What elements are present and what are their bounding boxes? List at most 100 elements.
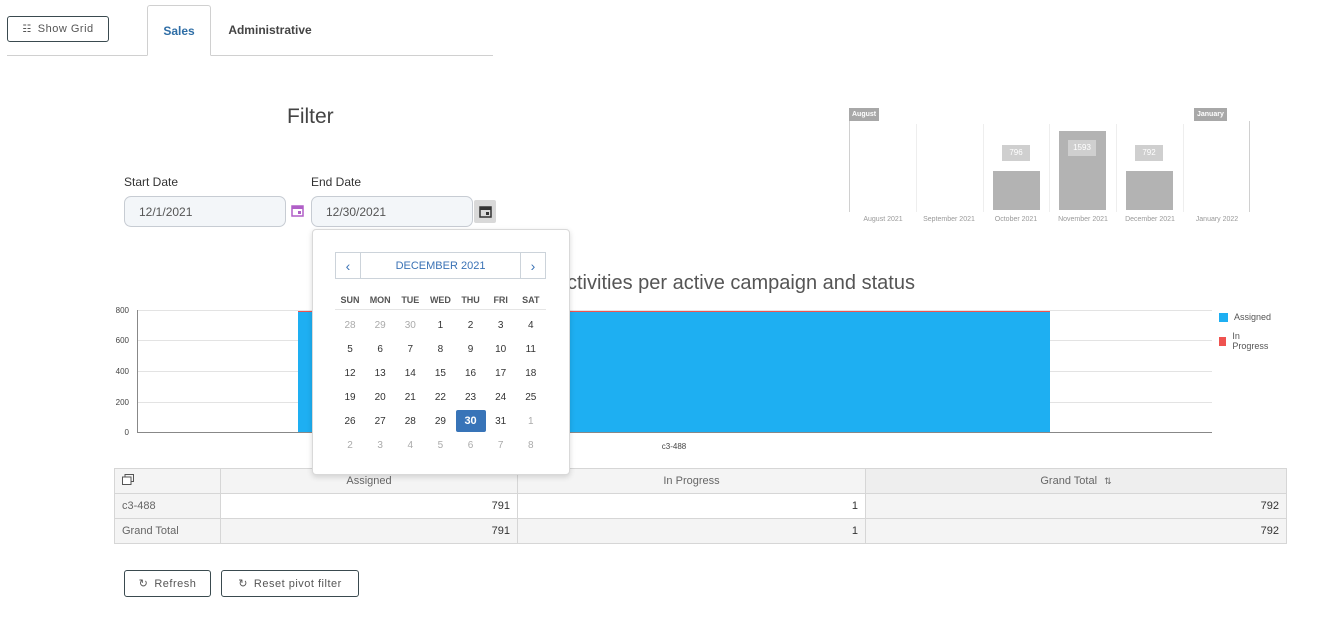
legend-item-in-progress[interactable]: In Progress — [1219, 331, 1270, 351]
calendar-day[interactable]: 7 — [486, 440, 516, 451]
calendar-day[interactable]: 2 — [335, 440, 365, 451]
calendar-day[interactable]: 7 — [395, 344, 425, 355]
calendar-day[interactable]: 4 — [516, 320, 546, 331]
prev-month-button[interactable]: ‹ — [336, 253, 360, 278]
calendar-day[interactable]: 11 — [516, 344, 546, 355]
table-cell: 1 — [517, 493, 866, 519]
calendar-day[interactable]: 25 — [516, 392, 546, 403]
day-of-week: SAT — [522, 294, 540, 305]
column-header-grand-total[interactable]: Grand Total ⇅ — [865, 468, 1287, 494]
x-tick-label: c3-488 — [661, 442, 687, 451]
end-date-input[interactable]: 12/30/2021 — [311, 196, 473, 227]
calendar-week: 26 27 28 29 30 31 1 — [335, 409, 546, 433]
calendar-day[interactable]: 22 — [425, 392, 455, 403]
calendar-month-title[interactable]: DECEMBER 2021 — [360, 253, 521, 278]
calendar-day-selected[interactable]: 30 — [455, 410, 486, 432]
calendar-day[interactable]: 29 — [365, 320, 395, 331]
tab-administrative[interactable]: Administrative — [212, 5, 328, 55]
calendar-day[interactable]: 20 — [365, 392, 395, 403]
chart-x-axis — [137, 432, 1212, 433]
calendar-day[interactable]: 16 — [456, 368, 486, 379]
end-date-label: End Date — [311, 175, 362, 189]
calendar-day[interactable]: 5 — [335, 344, 365, 355]
mini-chart-bar[interactable] — [993, 170, 1040, 210]
calendar-day[interactable]: 3 — [486, 320, 516, 331]
mini-chart-month[interactable]: January 2022 — [1183, 216, 1251, 223]
calendar-day[interactable]: 8 — [516, 440, 546, 451]
refresh-label: Refresh — [154, 577, 197, 590]
y-tick-label: 200 — [115, 398, 129, 407]
calendar-day[interactable]: 3 — [365, 440, 395, 451]
mini-chart-month[interactable]: October 2021 — [982, 216, 1050, 223]
calendar-day[interactable]: 27 — [365, 416, 395, 427]
mini-chart-divider — [1116, 124, 1117, 212]
calendar-day[interactable]: 4 — [395, 440, 425, 451]
day-of-week: THU — [461, 294, 480, 305]
chart-title: ctivities per active campaign and status — [567, 272, 915, 294]
mini-chart-bar[interactable] — [1126, 170, 1173, 210]
calendar-day[interactable]: 8 — [425, 344, 455, 355]
calendar-icon[interactable] — [474, 200, 496, 223]
mini-chart-bar-label: 796 — [1002, 144, 1030, 161]
legend-swatch — [1219, 336, 1227, 346]
day-of-week: SUN — [340, 294, 360, 305]
calendar-day[interactable]: 28 — [335, 320, 365, 331]
calendar-day[interactable]: 2 — [456, 320, 486, 331]
calendar-day[interactable]: 6 — [365, 344, 395, 355]
tab-sales[interactable]: Sales — [147, 5, 211, 56]
calendar-day[interactable]: 17 — [486, 368, 516, 379]
calendar-day[interactable]: 21 — [395, 392, 425, 403]
mini-chart-end-tag: January 2022 — [1194, 108, 1227, 131]
calendar-header: ‹ DECEMBER 2021 › — [335, 252, 546, 279]
calendar-day[interactable]: 19 — [335, 392, 365, 403]
calendar-day[interactable]: 10 — [486, 344, 516, 355]
legend-item-assigned[interactable]: Assigned — [1219, 312, 1271, 322]
calendar-day[interactable]: 13 — [365, 368, 395, 379]
show-grid-button[interactable]: ☷ Show Grid — [7, 16, 109, 42]
mini-chart-month[interactable]: August 2021 — [849, 216, 917, 223]
next-month-button[interactable]: › — [521, 253, 545, 278]
start-date-label: Start Date — [124, 175, 179, 189]
calendar-day[interactable]: 1 — [425, 320, 455, 331]
calendar-day[interactable]: 1 — [516, 416, 546, 427]
legend-swatch — [1219, 312, 1228, 322]
row-header[interactable]: c3-488 — [114, 493, 221, 519]
calendar-day[interactable]: 28 — [395, 416, 425, 427]
show-grid-label: Show Grid — [37, 23, 94, 35]
start-date-input[interactable]: 12/1/2021 — [124, 196, 286, 227]
calendar-day[interactable]: 5 — [425, 440, 455, 451]
calendar-day[interactable]: 23 — [456, 392, 486, 403]
legend-label: In Progress — [1232, 331, 1269, 351]
mini-chart-month[interactable]: December 2021 — [1116, 216, 1184, 223]
pivot-icon — [122, 474, 134, 485]
tab-sales-label: Sales — [163, 23, 195, 38]
y-tick-label: 800 — [115, 306, 129, 315]
calendar-day[interactable]: 31 — [486, 416, 516, 427]
tabs-bar — [7, 55, 493, 56]
row-header[interactable]: Grand Total — [114, 518, 221, 544]
reset-icon: ↻ — [238, 578, 248, 590]
calendar-day[interactable]: 18 — [516, 368, 546, 379]
calendar-day[interactable]: 9 — [456, 344, 486, 355]
pivot-corner[interactable] — [114, 468, 221, 494]
list-icon: ☷ — [22, 23, 32, 35]
calendar-day[interactable]: 29 — [425, 416, 455, 427]
mini-chart-month[interactable]: November 2021 — [1049, 216, 1117, 223]
day-of-week: MON — [369, 294, 391, 305]
calendar-day[interactable]: 30 — [395, 320, 425, 331]
calendar-day[interactable]: 26 — [335, 416, 365, 427]
refresh-button[interactable]: ↻ Refresh — [124, 570, 211, 597]
calendar-icon[interactable] — [291, 204, 304, 217]
calendar-day[interactable]: 12 — [335, 368, 365, 379]
reset-pivot-filter-button[interactable]: ↻ Reset pivot filter — [221, 570, 359, 597]
y-tick-label: 0 — [124, 428, 129, 437]
calendar-day[interactable]: 24 — [486, 392, 516, 403]
calendar-day[interactable]: 15 — [425, 368, 455, 379]
calendar-day[interactable]: 14 — [395, 368, 425, 379]
calendar-day[interactable]: 6 — [456, 440, 486, 451]
calendar-week: 2 3 4 5 6 7 8 — [335, 433, 546, 457]
table-cell: 792 — [865, 493, 1287, 519]
mini-chart-divider — [1049, 124, 1050, 212]
sort-icon[interactable]: ⇅ — [1104, 476, 1112, 486]
mini-chart-month[interactable]: September 2021 — [915, 216, 983, 223]
